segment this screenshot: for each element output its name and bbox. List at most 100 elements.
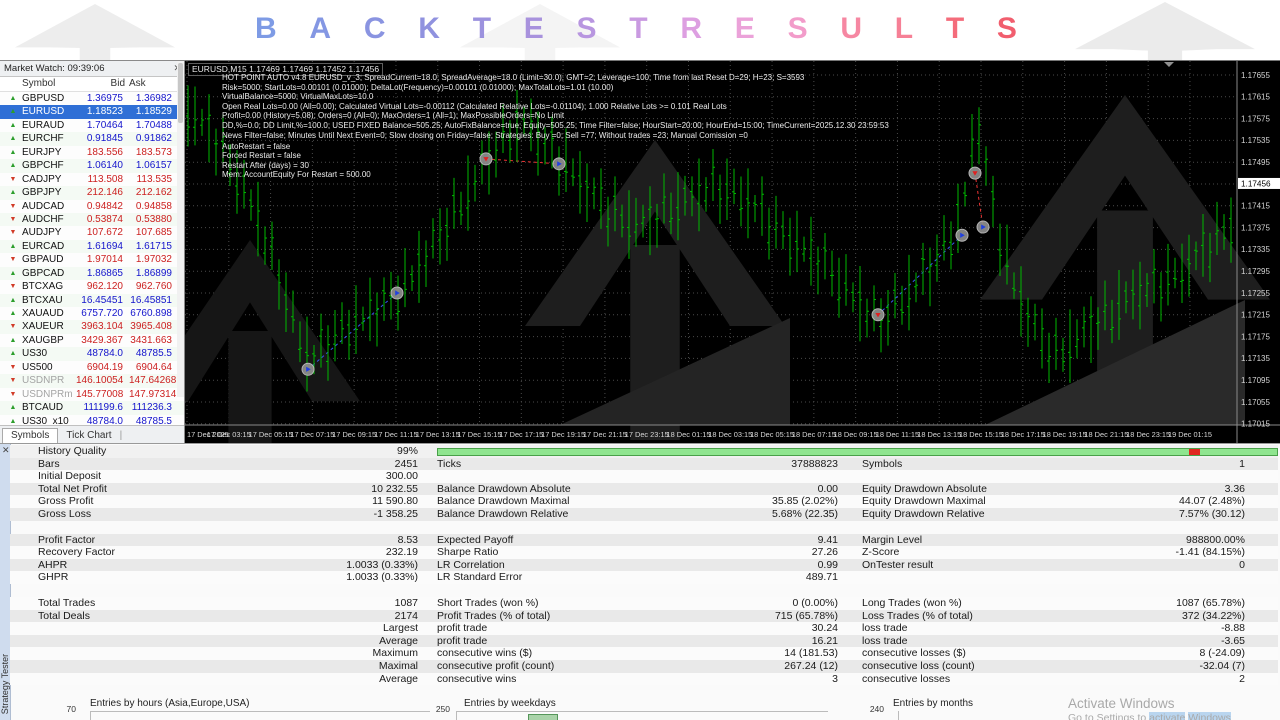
market-watch-row[interactable]: ▼ CADJPY 113.508 113.535 xyxy=(0,172,184,187)
stat-label: Balance Drawdown Absolute xyxy=(437,482,571,495)
column-header-symbol: Symbol xyxy=(22,78,56,89)
stat-value: Average xyxy=(379,672,418,685)
symbol-name: GBPUSD xyxy=(22,93,65,104)
stat-value: 232.19 xyxy=(385,546,418,559)
market-watch-row[interactable]: ▲ EURCHF 0.91845 0.91862 xyxy=(0,132,184,146)
price-tick-label: 1.17175 xyxy=(1241,332,1270,341)
tab-tick-chart[interactable]: Tick Chart xyxy=(58,429,119,443)
strategy-tester-panel: ✕ Strategy Tester History Quality 99% Bars… xyxy=(0,443,1280,720)
market-watch-row[interactable]: ▲ EURUSD 1.18523 1.18529 xyxy=(0,105,184,119)
scrollbar-thumb[interactable] xyxy=(178,63,183,123)
stat-label: consecutive losses xyxy=(862,672,951,685)
backtest-results-title: BACKTESTRESULTS xyxy=(255,12,1017,46)
market-watch-row[interactable]: ▼ XAUEUR 3963.104 3965.408 xyxy=(0,320,184,334)
metatrader-backtest-window: BACKTESTRESULTS Market Watch: 09:39:06 ✕… xyxy=(0,0,1280,720)
market-watch-row[interactable]: ▲ US30 48784.0 48785.5 xyxy=(0,347,184,361)
symbol-name: GBPCAD xyxy=(22,267,65,279)
market-watch-row[interactable]: ▼ AUDJPY 107.672 107.685 xyxy=(0,226,184,240)
ask-value: 962.760 xyxy=(135,281,172,293)
time-tick-label: 18 Dec 17:15 xyxy=(1000,430,1045,439)
symbol-name: XAUEUR xyxy=(22,321,64,333)
stat-value: -32.04 (7) xyxy=(1199,659,1245,672)
bid-value: 1.97014 xyxy=(86,254,123,266)
ask-value: 113.535 xyxy=(136,173,172,185)
price-up-icon: ▲ xyxy=(9,108,17,116)
market-watch-row[interactable]: ▼ GBPAUD 1.97014 1.97032 xyxy=(0,253,184,267)
close-icon[interactable]: ✕ xyxy=(2,446,10,455)
market-watch-row[interactable]: ▲ EURAUD 1.70464 1.70488 xyxy=(0,118,184,133)
market-watch-row[interactable]: ▲ GBPUSD 1.36975 1.36982 xyxy=(0,92,184,106)
market-watch-row[interactable]: ▲ EURJPY 183.556 183.573 xyxy=(0,145,184,160)
stat-label xyxy=(38,635,228,648)
stat-label: consecutive wins xyxy=(437,672,517,685)
stat-value: 1.0033 (0.33%) xyxy=(346,558,418,571)
market-watch-row[interactable]: ▲ XAUGBP 3429.367 3431.663 xyxy=(0,333,184,348)
stat-value xyxy=(1062,470,1245,483)
market-watch-row[interactable]: ▲ XAUAUD 6757.720 6760.898 xyxy=(0,307,184,321)
price-up-icon: ▲ xyxy=(9,404,17,412)
price-down-icon: ▼ xyxy=(9,363,17,371)
market-watch-row[interactable]: ▼ USDNPRm 145.77008 147.97314 xyxy=(0,387,184,402)
stat-value: 489.71 xyxy=(805,571,838,584)
stat-value: 8.53 xyxy=(397,533,418,546)
market-watch-row[interactable]: ▲ BTCXAU 16.45451 16.45851 xyxy=(0,293,184,307)
stat-value: 9.41 xyxy=(817,533,838,546)
banner-letter: S xyxy=(996,12,1017,45)
market-watch-row[interactable]: ▼ BTCXAG 962.120 962.760 xyxy=(0,280,184,294)
banner-letter: T xyxy=(472,12,492,45)
price-down-icon: ▼ xyxy=(9,323,17,331)
stat-value: 715 (65.78%) xyxy=(774,609,838,622)
stat-value: 37888823 xyxy=(791,457,838,470)
hours-chart-axis xyxy=(90,711,430,712)
market-watch-row[interactable]: ▲ GBPJPY 212.146 212.162 xyxy=(0,186,184,200)
bid-value: 111199.6 xyxy=(83,402,123,414)
market-watch-row[interactable]: ▲ EURCAD 1.61694 1.61715 xyxy=(0,239,184,254)
page-banner: BACKTESTRESULTS xyxy=(0,0,1280,60)
tab-separator: | xyxy=(119,430,123,441)
price-tick-label: 1.17095 xyxy=(1241,376,1270,385)
price-tick-label: 1.17615 xyxy=(1241,93,1270,102)
time-tick-label: 17 Dec 07:15 xyxy=(290,430,335,439)
chart-shift-icon xyxy=(1164,62,1174,67)
market-watch-row[interactable]: ▲ GBPCHF 1.06140 1.06157 xyxy=(0,159,184,173)
bid-value: 113.508 xyxy=(87,173,123,185)
price-up-icon: ▲ xyxy=(9,121,17,129)
market-watch-row[interactable]: ▼ USDNPR 146.10054 147.64268 xyxy=(0,374,184,388)
ea-info-text: HOT POINT AUTO v4.8 EURUSD_v_3; SpreadCu… xyxy=(222,73,889,140)
price-chart[interactable]: 1.17655 1.17615 1.17575 1.17535 1.17495 1.174… xyxy=(185,60,1280,443)
symbol-name: GBPJPY xyxy=(22,187,62,199)
trade-line-buy xyxy=(877,234,963,316)
price-up-icon: ▲ xyxy=(9,296,17,304)
bid-value: 0.94842 xyxy=(86,200,123,212)
market-watch-row[interactable]: ▼ US500 6904.19 6904.64 xyxy=(0,360,184,375)
stat-label: Long Trades (won %) xyxy=(862,596,962,609)
ask-value: 0.94858 xyxy=(135,200,172,212)
price-tick-label: 1.17055 xyxy=(1241,398,1270,407)
table-row: Total Deals 2174 Profit Trades (% of total… xyxy=(10,609,1278,623)
market-watch-row[interactable]: ▲ GBPCAD 1.86865 1.86899 xyxy=(0,266,184,281)
weekdays-bar xyxy=(528,714,558,720)
table-row: Maximal consecutive profit (count) 267.24 … xyxy=(10,659,1278,673)
stat-label: LR Standard Error xyxy=(437,571,523,584)
tab-symbols[interactable]: Symbols xyxy=(2,428,59,443)
stat-value: Maximal xyxy=(378,659,418,672)
price-up-icon: ▲ xyxy=(9,269,17,277)
bid-value: 1.86865 xyxy=(86,267,123,279)
stat-value: 0.00 xyxy=(817,482,838,495)
market-watch-row[interactable]: ▼ AUDCHF 0.53874 0.53880 xyxy=(0,212,184,227)
ask-value: 1.06157 xyxy=(135,160,172,172)
stat-label: AHPR xyxy=(38,558,68,571)
market-watch-row[interactable]: ▲ BTCAUD 111199.6 111236.3 xyxy=(0,401,184,415)
symbol-name: GBPAUD xyxy=(22,254,64,266)
symbol-name: EURCAD xyxy=(22,240,65,252)
symbol-name: XAUAUD xyxy=(22,308,64,319)
market-watch-scrollbar[interactable] xyxy=(177,61,184,397)
stat-label: Ticks xyxy=(437,457,462,470)
price-up-icon: ▲ xyxy=(9,95,17,102)
ea-info-line: DD,%=0.0; DD Limit,%=100.0; USED FIXED B… xyxy=(222,120,889,130)
ask-value: 3431.663 xyxy=(130,334,172,346)
stat-value: 14 (181.53) xyxy=(784,647,838,660)
stat-label xyxy=(437,470,648,483)
bid-value: 1.70464 xyxy=(86,119,123,131)
market-watch-row[interactable]: ▼ AUDCAD 0.94842 0.94858 xyxy=(0,199,184,213)
